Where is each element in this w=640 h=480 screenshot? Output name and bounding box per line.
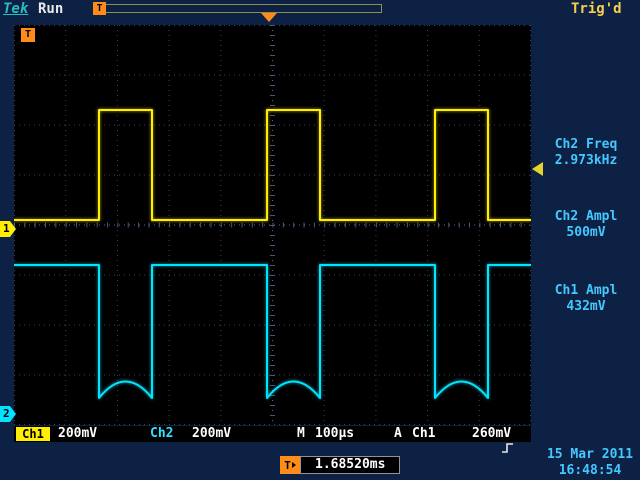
- horizontal-record-bar: [96, 4, 382, 13]
- trigger-time-badge: T: [280, 456, 300, 474]
- ch2-volts-per-div: 200mV: [192, 427, 231, 441]
- trigger-position-badge: T: [93, 2, 106, 15]
- measurement-ch1-ampl: Ch1 Ampl 432mV: [533, 283, 639, 315]
- status-bar: Ch1 200mV Ch2 200mV M 100µs A Ch1 260mV: [14, 426, 531, 442]
- ch1-volts-per-div: 200mV: [58, 427, 97, 441]
- ch2-waveform: [14, 265, 531, 398]
- measurement-label: Ch1 Ampl: [533, 283, 639, 299]
- measurement-value: 432mV: [533, 299, 639, 315]
- trigger-level-value: 260mV: [472, 427, 511, 441]
- measurement-value: 2.973kHz: [533, 153, 639, 169]
- timebase-value: 100µs: [315, 427, 354, 441]
- measurement-label: Ch2 Ampl: [533, 209, 639, 225]
- trigger-time-value: 1.68520ms: [300, 456, 400, 474]
- trigger-system-label: A: [394, 427, 402, 441]
- tek-logo: Tek: [3, 1, 28, 17]
- ch2-scale-label: Ch2: [150, 427, 173, 441]
- trigger-time-readout: T 1.68520ms: [280, 456, 400, 474]
- trigger-source: Ch1: [412, 427, 435, 441]
- grid-lines: [14, 25, 531, 425]
- timebase-label: M: [297, 427, 305, 441]
- oscilloscope-screen: Tek Run T Trig'd T 1 2 Ch2 Freq 2.973kHz…: [0, 0, 640, 480]
- graticule: [14, 25, 531, 425]
- measurement-value: 500mV: [533, 225, 639, 241]
- trigger-position-arrow-icon: [261, 13, 277, 22]
- measurement-ch2-freq: Ch2 Freq 2.973kHz: [533, 137, 639, 169]
- trigger-status: Trig'd: [571, 1, 622, 17]
- waveform-display: [14, 25, 531, 425]
- acquisition-status: Run: [38, 1, 63, 17]
- date-value: 15 Mar 2011: [541, 447, 639, 463]
- datetime-readout: 15 Mar 2011 16:48:54: [541, 447, 639, 479]
- time-value: 16:48:54: [541, 463, 639, 479]
- measurement-label: Ch2 Freq: [533, 137, 639, 153]
- ch1-scale-badge: Ch1: [16, 427, 50, 441]
- trigger-time-marker-icon: T: [21, 28, 35, 42]
- measurement-ch2-ampl: Ch2 Ampl 500mV: [533, 209, 639, 241]
- trigger-time-badge-label: T: [284, 459, 291, 472]
- trigger-time-arrow-icon: [292, 462, 296, 468]
